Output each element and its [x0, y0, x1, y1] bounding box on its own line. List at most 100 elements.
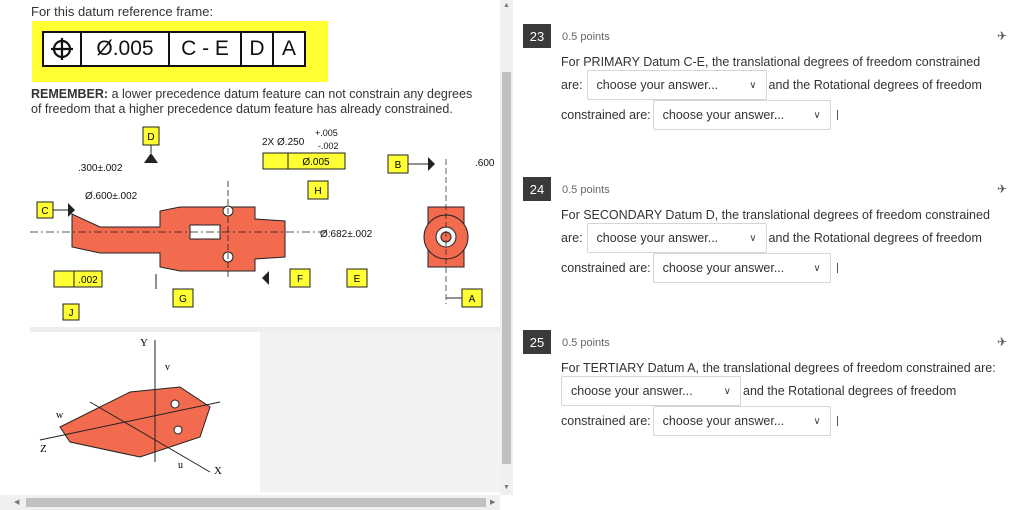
- select-value: choose your answer...: [596, 78, 719, 92]
- svg-text:E: E: [354, 274, 361, 285]
- chevron-down-icon: ∨: [813, 109, 821, 121]
- right-pane: 23 0.5 points ✈ For PRIMARY Datum C-E, t…: [513, 0, 1024, 510]
- translational-select[interactable]: choose your answer... ∨: [586, 223, 767, 253]
- fcf-tertiary-datum: A: [281, 37, 296, 60]
- flatness-frame: .002: [53, 270, 103, 288]
- select-value: choose your answer...: [596, 231, 719, 245]
- chevron-down-icon: ∨: [813, 262, 821, 274]
- svg-text:C: C: [41, 206, 48, 217]
- answer-prefix-2: constrained are:: [561, 414, 651, 428]
- question-text: For TERTIARY Datum A, the translational …: [561, 361, 996, 375]
- fcf-primary-datum: C - E: [170, 33, 242, 65]
- vertical-scroll-thumb[interactable]: [502, 72, 511, 464]
- rotational-select[interactable]: choose your answer... ∨: [652, 100, 831, 130]
- chevron-down-icon: ∨: [813, 415, 821, 427]
- engineering-drawing: D C B H F E A G J .002 Ø.005 .300±.002 Ø…: [30, 119, 500, 327]
- hole-position-frame: Ø.005: [262, 152, 346, 170]
- scroll-right-arrow-icon[interactable]: ▶: [490, 495, 495, 510]
- dim-682: Ø.682±.002: [320, 229, 373, 240]
- fcf-tolerance: Ø.005: [82, 33, 170, 65]
- datum-c: C: [36, 201, 75, 219]
- answer-prefix-2: constrained are:: [561, 108, 651, 122]
- hole-tol-minus: -.002: [318, 141, 339, 151]
- answer-row-1: choose your answer... ∨ and the Rotationa…: [561, 376, 956, 406]
- rotational-select[interactable]: choose your answer... ∨: [652, 253, 831, 283]
- svg-text:B: B: [395, 160, 402, 171]
- scroll-down-arrow-icon[interactable]: ▼: [500, 484, 513, 491]
- dim-600-b: .600: [475, 158, 495, 169]
- part-side-view: [30, 181, 330, 279]
- answer-prefix-2: constrained are:: [561, 261, 651, 275]
- datum-b: B: [387, 154, 435, 174]
- answer-mid: and the Rotational degrees of freedom: [768, 78, 982, 92]
- left-vertical-scrollbar[interactable]: ▲ ▼: [500, 0, 513, 495]
- question-points: 0.5 points: [562, 184, 610, 196]
- degrees-of-freedom-diagram: Y v w Z u X: [30, 332, 260, 492]
- intro-text: For this datum reference frame:: [31, 4, 214, 19]
- answer-mid: and the Rotational degrees of freedom: [743, 384, 957, 398]
- left-pane: For this datum reference frame: Ø.005 C …: [0, 0, 500, 495]
- answer-row-2: constrained are: choose your answer... ∨: [561, 253, 838, 283]
- axis-y: Y: [140, 337, 148, 349]
- dim-600: Ø.600±.002: [85, 191, 138, 202]
- select-value: choose your answer...: [662, 414, 785, 428]
- svg-text:.002: .002: [78, 275, 98, 286]
- image-background: [260, 332, 500, 492]
- select-value: choose your answer...: [571, 384, 693, 398]
- datum-e: E: [346, 268, 368, 288]
- svg-text:D: D: [147, 132, 154, 143]
- chevron-down-icon: ∨: [749, 232, 757, 244]
- answer-prefix: are:: [561, 78, 583, 92]
- fcf-secondary-datum: D: [242, 33, 274, 65]
- svg-text:F: F: [297, 274, 303, 285]
- scroll-left-arrow-icon[interactable]: ◀: [14, 495, 19, 510]
- question-points: 0.5 points: [562, 337, 610, 349]
- hole-tol-plus: +.005: [315, 128, 338, 138]
- translational-select[interactable]: choose your answer... ∨: [586, 70, 767, 100]
- answer-mid: and the Rotational degrees of freedom: [768, 231, 982, 245]
- question-number: 25: [523, 330, 551, 354]
- chevron-down-icon: ∨: [723, 385, 731, 397]
- axis-z: Z: [40, 443, 47, 455]
- svg-text:J: J: [69, 308, 74, 319]
- scroll-up-arrow-icon[interactable]: ▲: [500, 2, 513, 9]
- pin-icon[interactable]: ✈: [997, 335, 1007, 349]
- pin-icon[interactable]: ✈: [997, 182, 1007, 196]
- rot-v: v: [165, 362, 170, 373]
- chevron-down-icon: ∨: [749, 79, 757, 91]
- svg-text:G: G: [179, 294, 187, 305]
- feature-control-frame: Ø.005 C - E D A: [32, 21, 328, 82]
- answer-row-1: are: choose your answer... ∨ and the Rota…: [561, 70, 982, 100]
- dim-300: .300±.002: [78, 163, 123, 174]
- datum-h: H: [307, 180, 329, 200]
- select-value: choose your answer...: [662, 261, 785, 275]
- horizontal-scroll-thumb[interactable]: [26, 498, 486, 507]
- svg-text:A: A: [469, 294, 476, 305]
- rot-w: w: [56, 410, 64, 421]
- datum-f: F: [262, 268, 311, 288]
- answer-row-2: constrained are: choose your answer... ∨: [561, 406, 838, 436]
- remember-note: REMEMBER: a lower precedence datum featu…: [31, 87, 481, 117]
- select-value: choose your answer...: [662, 108, 785, 122]
- question-text: For PRIMARY Datum C-E, the translational…: [561, 55, 981, 69]
- pin-icon[interactable]: ✈: [997, 29, 1007, 43]
- question-text: For SECONDARY Datum D, the translational…: [561, 208, 990, 222]
- answer-row-2: constrained are: choose your answer... ∨: [561, 100, 838, 130]
- rotational-select[interactable]: choose your answer... ∨: [652, 406, 831, 436]
- rot-u: u: [178, 460, 183, 471]
- svg-text:Ø.005: Ø.005: [302, 157, 330, 168]
- hole-callout: 2X Ø.250: [262, 137, 305, 148]
- datum-d: D: [142, 126, 160, 163]
- datum-j: J: [62, 303, 80, 321]
- translational-select[interactable]: choose your answer... ∨: [561, 376, 741, 406]
- left-horizontal-scrollbar[interactable]: ◀ ▶: [0, 495, 500, 510]
- remember-label: REMEMBER:: [31, 87, 109, 101]
- question-number: 24: [523, 177, 551, 201]
- datum-a: A: [446, 288, 483, 308]
- answer-prefix: are:: [561, 231, 583, 245]
- question-points: 0.5 points: [562, 31, 610, 43]
- svg-text:H: H: [314, 186, 321, 197]
- question-number: 23: [523, 24, 551, 48]
- axis-x: X: [214, 465, 222, 477]
- part-end-view: [423, 159, 469, 304]
